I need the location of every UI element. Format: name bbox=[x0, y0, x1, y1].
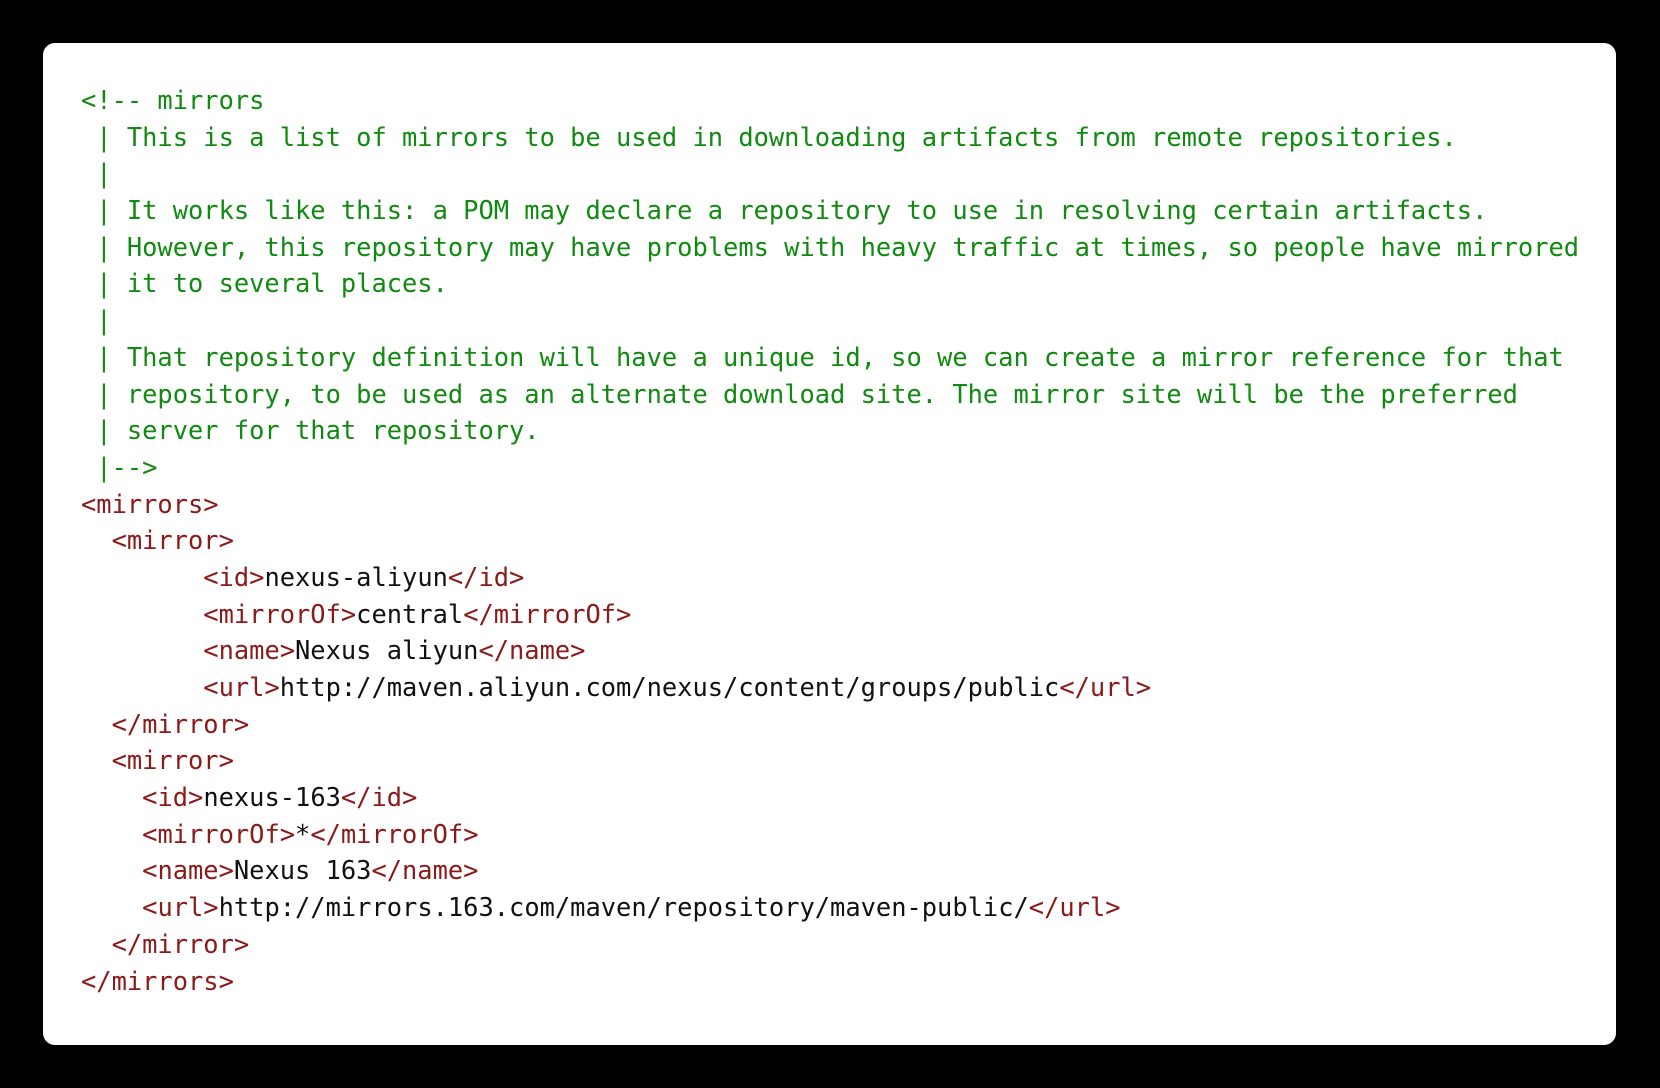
code-block: <!-- mirrors | This is a list of mirrors… bbox=[81, 82, 1579, 999]
comment-text: | bbox=[81, 305, 112, 336]
code-line: <url>http://mirrors.163.com/maven/reposi… bbox=[81, 889, 1579, 926]
code-line: <mirror> bbox=[81, 522, 1579, 559]
xml-tag: </id> bbox=[447, 561, 525, 592]
xml-tag: <id> bbox=[142, 782, 204, 813]
xml-tag: </mirror> bbox=[111, 928, 250, 959]
code-text: http://mirrors.163.com/maven/repository/… bbox=[218, 892, 1029, 923]
code-line: | However, this repository may have prob… bbox=[81, 229, 1579, 266]
xml-tag: </url> bbox=[1028, 892, 1121, 923]
code-line: <mirrorOf>central</mirrorOf> bbox=[81, 596, 1579, 633]
xml-tag: </name> bbox=[371, 855, 479, 886]
xml-tag: <mirrorOf> bbox=[203, 598, 357, 629]
comment-text: | It works like this: a POM may declare … bbox=[81, 195, 1488, 226]
code-line: <mirror> bbox=[81, 742, 1579, 779]
comment-text: |--> bbox=[81, 451, 158, 482]
code-line: <id>nexus-163</id> bbox=[81, 779, 1579, 816]
code-line: | bbox=[81, 155, 1579, 192]
code-text: http://maven.aliyun.com/nexus/content/gr… bbox=[279, 672, 1060, 702]
xml-tag: </mirrors> bbox=[81, 965, 234, 996]
xml-tag: <url> bbox=[142, 892, 219, 923]
code-line: <!-- mirrors bbox=[81, 82, 1579, 119]
code-line: <id>nexus-aliyun</id> bbox=[81, 559, 1579, 596]
code-line: <mirrors> bbox=[81, 486, 1579, 523]
xml-tag: <id> bbox=[203, 561, 265, 592]
code-line: | That repository definition will have a… bbox=[81, 339, 1579, 376]
comment-text: | This is a list of mirrors to be used i… bbox=[81, 121, 1457, 152]
comment-text: | server for that repository. bbox=[81, 415, 540, 446]
code-line: | This is a list of mirrors to be used i… bbox=[81, 119, 1579, 156]
code-line: <name>Nexus aliyun</name> bbox=[81, 632, 1579, 669]
comment-text: <!-- mirrors bbox=[81, 85, 265, 115]
xml-tag: <url> bbox=[203, 672, 280, 702]
xml-tag: <name> bbox=[203, 635, 296, 666]
code-line: | bbox=[81, 302, 1579, 339]
xml-tag: </mirrorOf> bbox=[463, 598, 632, 629]
code-line: | server for that repository. bbox=[81, 412, 1579, 449]
code-line: | it to several places. bbox=[81, 265, 1579, 302]
comment-text: | However, this repository may have prob… bbox=[81, 231, 1580, 262]
xml-tag: <name> bbox=[142, 855, 234, 886]
code-text: nexus-163 bbox=[203, 782, 341, 813]
code-text: nexus-aliyun bbox=[264, 561, 448, 592]
xml-tag: </name> bbox=[478, 635, 586, 666]
code-line: | repository, to be used as an alternate… bbox=[81, 376, 1579, 413]
code-line: </mirror> bbox=[81, 926, 1579, 963]
comment-text: | repository, to be used as an alternate… bbox=[81, 378, 1518, 409]
code-line: <url>http://maven.aliyun.com/nexus/conte… bbox=[81, 669, 1579, 706]
xml-tag: <mirror> bbox=[111, 745, 234, 776]
xml-tag: </url> bbox=[1059, 672, 1152, 702]
comment-text: | bbox=[81, 158, 112, 189]
comment-text: | it to several places. bbox=[81, 268, 448, 299]
code-text: * bbox=[295, 818, 311, 849]
code-line: <name>Nexus 163</name> bbox=[81, 852, 1579, 889]
code-line: </mirrors> bbox=[81, 963, 1579, 1000]
xml-tag: <mirror> bbox=[111, 525, 234, 556]
code-text: Nexus 163 bbox=[233, 855, 372, 886]
xml-tag: <mirrorOf> bbox=[142, 818, 296, 849]
code-line: </mirror> bbox=[81, 706, 1579, 743]
xml-tag: </mirrorOf> bbox=[310, 818, 479, 849]
code-text: central bbox=[356, 598, 464, 629]
code-line: |--> bbox=[81, 449, 1579, 486]
xml-tag: </mirror> bbox=[111, 708, 250, 739]
comment-text: | That repository definition will have a… bbox=[81, 341, 1564, 372]
xml-tag: <mirrors> bbox=[81, 488, 219, 519]
code-line: | It works like this: a POM may declare … bbox=[81, 192, 1579, 229]
code-text: Nexus aliyun bbox=[295, 635, 479, 666]
code-line: <mirrorOf>*</mirrorOf> bbox=[81, 816, 1579, 853]
xml-tag: </id> bbox=[340, 782, 418, 813]
